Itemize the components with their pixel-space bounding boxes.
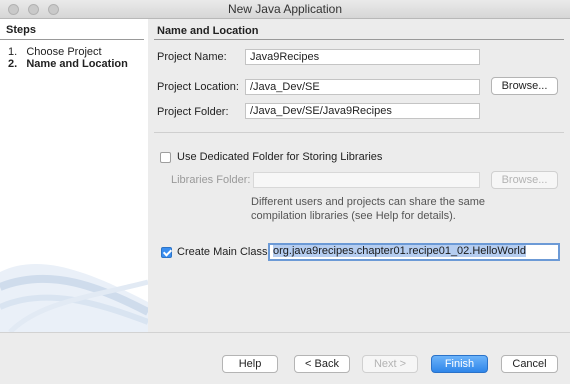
wizard-swoosh-graphic [0,263,148,332]
steps-panel: Steps 1. Choose Project 2. Name and Loca… [0,19,148,332]
step-number: 1. [8,46,18,58]
libraries-note: Different users and projects can share t… [251,195,485,223]
steps-list: 1. Choose Project 2. Name and Location [8,46,128,70]
step-item: 1. Choose Project [8,46,128,58]
help-button[interactable]: Help [222,355,278,373]
step-number: 2. [8,58,18,70]
step-label: Choose Project [26,46,102,58]
project-folder-label: Project Folder: [157,106,229,118]
libraries-folder-label: Libraries Folder: [171,174,251,186]
note-line: compilation libraries (see Help for deta… [251,210,456,222]
cancel-button[interactable]: Cancel [501,355,558,373]
create-main-class-checkbox[interactable] [161,247,172,258]
wizard-footer: Help < Back Next > Finish Cancel [0,332,570,384]
main-class-text: org.java9recipes.chapter01.recipe01_02.H… [273,245,526,257]
window-title: New Java Application [227,2,343,16]
steps-header: Steps [0,19,144,40]
libraries-folder-field[interactable] [253,172,480,188]
section-title: Name and Location [157,25,259,37]
dedicated-folder-label[interactable]: Use Dedicated Folder for Storing Librari… [177,151,382,163]
project-folder-field[interactable]: /Java_Dev/SE/Java9Recipes [245,103,480,119]
section-divider [154,39,564,40]
project-name-label: Project Name: [157,51,227,63]
dedicated-folder-checkbox[interactable] [160,152,171,163]
finish-button[interactable]: Finish [431,355,488,373]
note-line: Different users and projects can share t… [251,196,485,208]
browse-location-button[interactable]: Browse... [491,77,558,95]
project-location-field[interactable]: /Java_Dev/SE [245,79,480,95]
window-titlebar[interactable]: New Java Application [0,0,570,19]
main-class-field[interactable]: org.java9recipes.chapter01.recipe01_02.H… [268,243,560,261]
back-button[interactable]: < Back [294,355,350,373]
separator [154,132,564,133]
project-location-label: Project Location: [157,81,239,93]
main-panel: Name and Location Project Name: Java9Rec… [148,19,570,332]
next-button[interactable]: Next > [362,355,418,373]
create-main-class-label[interactable]: Create Main Class [177,246,267,258]
browse-libraries-button[interactable]: Browse... [491,171,558,189]
step-label: Name and Location [26,58,128,70]
step-item-active: 2. Name and Location [8,58,128,70]
project-name-field[interactable]: Java9Recipes [245,49,480,65]
